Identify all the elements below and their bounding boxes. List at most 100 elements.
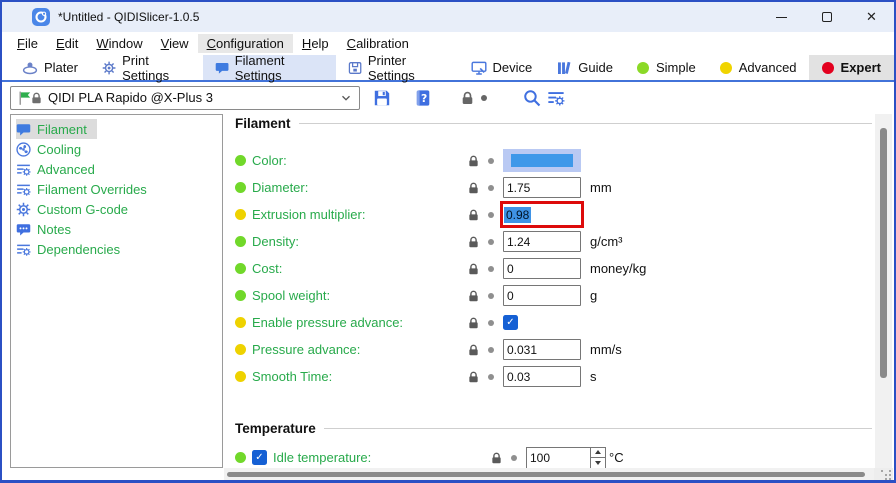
section-title: Temperature <box>235 421 316 436</box>
unit-label: °C <box>609 450 624 465</box>
tab-label: Plater <box>44 60 78 75</box>
search-icon[interactable] <box>523 89 541 107</box>
tab-filament-settings[interactable]: Filament Settings <box>203 55 336 80</box>
close-button[interactable]: ✕ <box>849 2 894 32</box>
tab-print-settings[interactable]: Print Settings <box>90 55 203 80</box>
idle-temperature-checkbox[interactable] <box>252 450 267 465</box>
spin-down-button[interactable] <box>591 457 605 468</box>
horizontal-scrollbar-thumb[interactable] <box>227 472 865 477</box>
revert-dot <box>488 158 494 164</box>
tab-device[interactable]: Device <box>459 55 545 80</box>
lock-icon[interactable] <box>460 90 475 106</box>
revert-dot <box>488 293 494 299</box>
enable-pressure-advance-checkbox[interactable] <box>503 315 518 330</box>
title-bar: *Untitled - QIDISlicer-1.0.5 ✕ <box>2 2 894 32</box>
mode-dot <box>235 182 246 193</box>
menu-calibration[interactable]: Calibration <box>338 34 418 53</box>
unit-label: g/cm³ <box>590 234 623 249</box>
sidebar-item-cooling[interactable]: Cooling <box>11 139 222 159</box>
menu-help[interactable]: Help <box>293 34 338 53</box>
settings-sidebar: Filament Cooling Advanced Filament Overr… <box>10 114 223 468</box>
menu-window[interactable]: Window <box>87 34 151 53</box>
idle-temperature-stepper[interactable] <box>526 447 606 469</box>
spin-up-button[interactable] <box>591 448 605 458</box>
revert-dot <box>481 95 487 101</box>
menu-configuration[interactable]: Configuration <box>198 34 293 53</box>
revert-dot <box>488 266 494 272</box>
setting-label: Smooth Time: <box>252 369 467 384</box>
unit-label: mm <box>590 180 612 195</box>
mode-simple[interactable]: Simple <box>625 55 708 80</box>
density-input[interactable] <box>503 231 581 252</box>
lock-icon[interactable] <box>467 208 480 222</box>
smooth-time-input[interactable] <box>503 366 581 387</box>
preset-toolbar: QIDI PLA Rapido @X-Plus 3 <box>2 82 894 113</box>
cost-input[interactable] <box>503 258 581 279</box>
settings-panel: Filament Color: Diameter: mm <box>230 114 878 470</box>
arrow-up-icon <box>595 447 601 454</box>
resize-grip[interactable] <box>881 470 883 472</box>
setting-row-color: Color: <box>235 147 646 174</box>
advanced-mode-dot <box>720 62 732 74</box>
unit-label: s <box>590 369 597 384</box>
lock-icon[interactable] <box>467 316 480 330</box>
lock-icon[interactable] <box>467 235 480 249</box>
menu-edit[interactable]: Edit <box>47 34 87 53</box>
mode-advanced[interactable]: Advanced <box>708 55 809 80</box>
mode-expert[interactable]: Expert <box>809 55 894 80</box>
horizontal-scrollbar[interactable] <box>224 468 874 481</box>
close-icon: ✕ <box>866 9 877 25</box>
maximize-button[interactable] <box>804 2 849 32</box>
sidebar-item-advanced[interactable]: Advanced <box>11 159 222 179</box>
color-swatch-button[interactable] <box>503 149 581 172</box>
help-icon[interactable] <box>414 89 432 107</box>
sliders-gear-icon <box>16 182 31 197</box>
save-icon[interactable] <box>373 89 391 107</box>
extrusion-multiplier-input[interactable]: 0.98 <box>500 201 584 228</box>
mode-dot <box>235 263 246 274</box>
setting-label: Density: <box>252 234 467 249</box>
filament-icon <box>16 122 31 137</box>
lock-icon[interactable] <box>467 262 480 276</box>
sidebar-item-filament-overrides[interactable]: Filament Overrides <box>11 179 222 199</box>
menu-view[interactable]: View <box>152 34 198 53</box>
menu-file[interactable]: File <box>8 34 47 53</box>
books-icon <box>556 60 572 76</box>
lock-icon[interactable] <box>467 154 480 168</box>
sidebar-item-filament[interactable]: Filament <box>11 119 222 139</box>
setting-label: Color: <box>252 153 467 168</box>
setting-row-spool-weight: Spool weight: g <box>235 282 646 309</box>
diameter-input[interactable] <box>503 177 581 198</box>
preset-name: QIDI PLA Rapido @X-Plus 3 <box>48 90 339 105</box>
setting-label: Diameter: <box>252 180 467 195</box>
filament-settings-rows: Color: Diameter: mm Extrusion multiplier… <box>235 147 646 390</box>
simple-mode-dot <box>637 62 649 74</box>
sidebar-item-custom-gcode[interactable]: Custom G-code <box>11 199 222 219</box>
pressure-advance-input[interactable] <box>503 339 581 360</box>
lock-icon[interactable] <box>467 343 480 357</box>
lock-icon[interactable] <box>467 370 480 384</box>
tab-guide[interactable]: Guide <box>544 55 625 80</box>
tab-bar: Plater Print Settings Filament Settings … <box>2 55 894 82</box>
minimize-button[interactable] <box>759 2 804 32</box>
preset-dropdown[interactable]: QIDI PLA Rapido @X-Plus 3 <box>10 86 360 110</box>
sidebar-item-dependencies[interactable]: Dependencies <box>11 239 222 259</box>
gear-icon <box>16 202 31 217</box>
spool-weight-input[interactable] <box>503 285 581 306</box>
compare-settings-icon[interactable] <box>547 89 565 107</box>
gear-icon <box>102 60 116 76</box>
lock-icon[interactable] <box>467 289 480 303</box>
lock-icon[interactable] <box>467 181 480 195</box>
tab-printer-settings[interactable]: Printer Settings <box>336 55 459 80</box>
idle-temperature-input[interactable] <box>527 448 590 468</box>
section-title: Filament <box>235 116 291 131</box>
mode-dot <box>235 209 246 220</box>
unit-label: g <box>590 288 597 303</box>
color-swatch <box>511 154 573 167</box>
setting-label: Extrusion multiplier: <box>252 207 467 222</box>
lock-icon[interactable] <box>490 451 503 465</box>
vertical-scrollbar-thumb[interactable] <box>880 128 887 378</box>
tab-plater[interactable]: Plater <box>10 55 90 80</box>
sidebar-item-notes[interactable]: Notes <box>11 219 222 239</box>
vertical-scrollbar[interactable] <box>875 114 892 468</box>
